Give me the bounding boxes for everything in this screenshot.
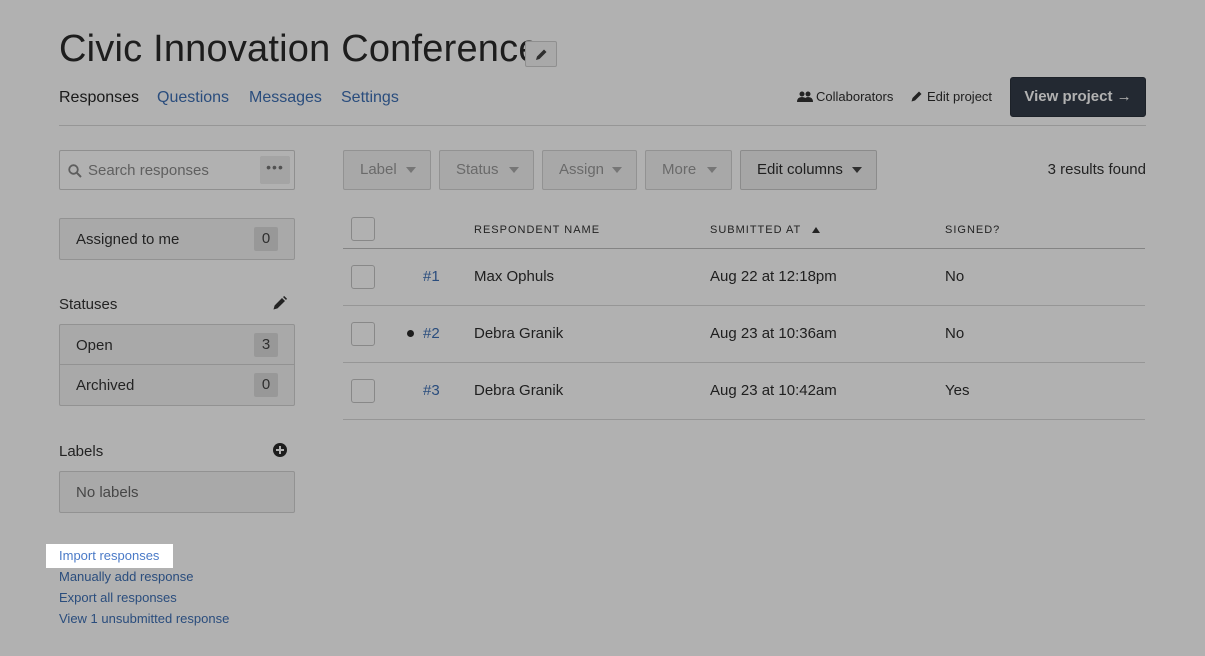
dim-overlay — [0, 0, 1205, 656]
import-responses-link[interactable]: Import responses — [59, 548, 159, 563]
highlight-spotlight: Import responses — [46, 544, 173, 568]
